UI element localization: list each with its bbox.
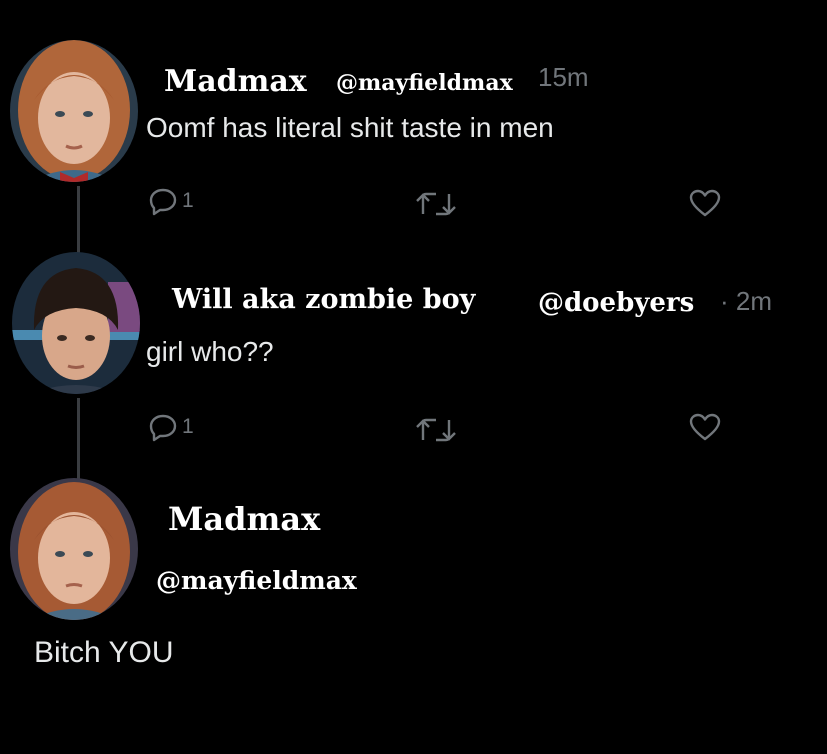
reply-icon	[149, 414, 177, 442]
thread-line	[77, 186, 80, 256]
tweet-text: girl who??	[146, 336, 274, 367]
thread-line	[77, 398, 80, 482]
timestamp[interactable]: 15m	[538, 62, 589, 93]
tweet-text: Oomf has literal shit taste in men	[146, 112, 554, 143]
display-name[interactable]: Madmax	[168, 500, 320, 538]
reply-button[interactable]: 1	[148, 412, 194, 442]
like-button[interactable]	[688, 412, 722, 442]
user-handle[interactable]: @mayfieldmax	[336, 70, 513, 96]
avatar[interactable]	[10, 478, 138, 620]
like-button[interactable]	[688, 188, 722, 218]
display-name[interactable]: Will aka zombie boy	[172, 284, 475, 315]
like-icon	[689, 413, 721, 441]
reply-count: 1	[182, 415, 194, 438]
reply-button[interactable]: 1	[148, 186, 194, 216]
user-handle[interactable]: @doebyers	[538, 288, 694, 318]
avatar[interactable]	[10, 40, 138, 182]
retweet-icon	[416, 192, 456, 216]
retweet-icon	[416, 418, 456, 442]
user-handle[interactable]: @mayfieldmax	[156, 566, 357, 595]
timestamp[interactable]: · 2m	[720, 286, 772, 317]
retweet-button[interactable]	[414, 416, 458, 444]
tweet-text: Bitch YOU	[34, 636, 174, 669]
like-icon	[689, 189, 721, 217]
reply-icon	[149, 188, 177, 216]
display-name[interactable]: Madmax	[164, 64, 307, 99]
retweet-button[interactable]	[414, 190, 458, 218]
avatar[interactable]	[12, 252, 140, 394]
reply-count: 1	[182, 189, 194, 212]
